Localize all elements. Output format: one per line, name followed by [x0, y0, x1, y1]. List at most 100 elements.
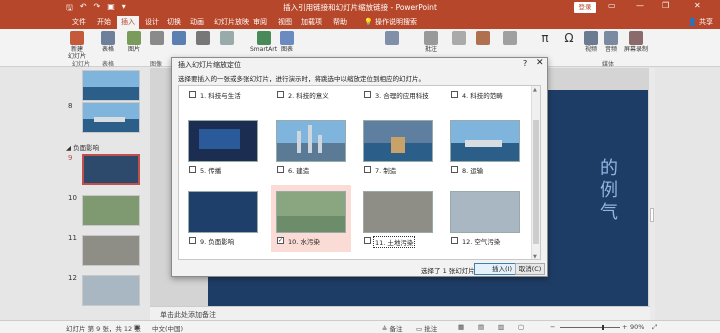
slide-option[interactable]: 4. 科技的范畴 [445, 86, 525, 100]
scroll-up-icon[interactable]: ▲ [533, 87, 537, 93]
slide-option[interactable]: 3. 合理的应用科技 [358, 86, 438, 100]
slide-option[interactable]: 12. 空气污染 [445, 188, 525, 252]
smartart-button[interactable]: SmartArt [250, 31, 277, 53]
screen-recording-button[interactable]: 屏幕录制 [624, 31, 648, 53]
slide-checkbox[interactable] [451, 91, 458, 98]
slide-option[interactable]: 1. 科技与生活 [183, 86, 263, 100]
thumbnail-12[interactable] [82, 275, 140, 306]
notes-toggle[interactable]: ≜ 备注 [382, 323, 403, 333]
slide-checkbox[interactable] [364, 166, 371, 173]
cancel-button[interactable]: 取消(C) [515, 263, 545, 275]
equation-button[interactable]: π [538, 31, 552, 46]
slide-option[interactable]: 11. 土地污染 [358, 188, 438, 252]
slide-checkbox-checked[interactable]: ✓ [277, 237, 284, 244]
shapes-button[interactable] [172, 31, 186, 46]
slide-option-selected[interactable]: ✓ 10. 水污染 [271, 185, 351, 252]
help-icon[interactable]: ? [523, 59, 527, 68]
tab-design[interactable]: 设计 [145, 17, 159, 27]
spellcheck-icon[interactable]: ▣ [134, 323, 140, 331]
tab-animations[interactable]: 动画 [190, 17, 204, 27]
slide-sorter-icon[interactable]: ▤ [478, 323, 484, 331]
slide-option[interactable]: 7. 制造 [358, 117, 438, 181]
thumbnail-10[interactable] [82, 195, 140, 226]
chart-button[interactable]: 图表 [280, 31, 294, 53]
normal-view-icon[interactable]: ▦ [458, 323, 464, 331]
screenshot-button[interactable] [150, 31, 164, 46]
slide-checkbox[interactable] [189, 91, 196, 98]
fit-to-window-icon[interactable]: ⤢ [652, 323, 657, 332]
tab-home[interactable]: 开始 [97, 17, 111, 27]
comments-toggle[interactable]: ▭ 批注 [416, 323, 437, 333]
language-status[interactable]: 中文(中国) [152, 323, 183, 333]
login-button[interactable]: 登录 [574, 2, 596, 13]
tell-me-search[interactable]: 💡 操作说明搜索 [364, 17, 417, 27]
tab-insert[interactable]: 插入 [117, 16, 139, 29]
slide-checkbox[interactable] [277, 166, 284, 173]
scroll-down-icon[interactable]: ▼ [533, 254, 537, 259]
thumbnail-9[interactable] [82, 154, 140, 185]
slide-checkbox[interactable] [364, 91, 371, 98]
new-slide-button[interactable]: 新建 幻灯片 [68, 31, 86, 60]
restore-button[interactable]: ❐ [662, 1, 669, 10]
notes-pane[interactable]: 单击此处添加备注 [150, 306, 650, 320]
dialog-close-button[interactable]: ✕ [536, 58, 544, 68]
thumbnail-8[interactable] [82, 102, 140, 133]
scrollbar-thumb[interactable] [650, 208, 654, 222]
wordart-icon [476, 31, 490, 45]
tab-file[interactable]: 文件 [72, 17, 86, 27]
zoom-slider[interactable] [560, 325, 620, 330]
tab-slideshow[interactable]: 幻灯片放映 [214, 17, 249, 27]
zoom-level[interactable]: 90% [630, 323, 644, 331]
symbol-button[interactable]: Ω [562, 31, 576, 46]
wordart-button[interactable] [476, 31, 490, 46]
grid-scrollbar-thumb[interactable] [533, 120, 539, 244]
minimize-button[interactable]: — [636, 1, 644, 10]
ribbon-display-icon[interactable]: ▭ [608, 1, 616, 10]
slide-checkbox[interactable] [451, 166, 458, 173]
icons-button[interactable] [196, 31, 210, 46]
video-button[interactable]: 视频 [584, 31, 598, 53]
tab-review[interactable]: 审阅 [253, 17, 267, 27]
tab-transitions[interactable]: 切换 [167, 17, 181, 27]
share-button[interactable]: 👤 共享 [688, 17, 713, 27]
slide-option-label: 3. 合理的应用科技 [375, 92, 429, 100]
grid-scrollbar[interactable]: ▲ ▼ [531, 86, 540, 259]
close-button[interactable]: ✕ [694, 1, 701, 10]
zoom-in-icon[interactable]: + [622, 323, 627, 331]
slide-option-label: 6. 建造 [288, 167, 310, 175]
slide-option[interactable]: 5. 传播 [183, 117, 263, 181]
slideshow-view-icon[interactable]: ▢ [518, 323, 524, 331]
slide-checkbox[interactable] [364, 237, 371, 244]
group-tables-label: 表格 [102, 61, 115, 68]
zoom-button[interactable] [385, 31, 399, 46]
slide-option[interactable]: 6. 建造 [271, 117, 351, 181]
section-label[interactable]: ◢ 负面影响 [66, 142, 99, 152]
textbox-button[interactable] [452, 31, 466, 46]
slide-option[interactable]: 9. 负面影响 [183, 188, 263, 252]
slide-option-label: 8. 运输 [462, 167, 484, 175]
slide-checkbox[interactable] [277, 91, 284, 98]
3d-models-button[interactable] [220, 31, 234, 46]
audio-button[interactable]: 音频 [604, 31, 618, 53]
slide-thumbnail-image [276, 120, 346, 162]
header-footer-button[interactable] [503, 31, 517, 46]
reading-view-icon[interactable]: ▥ [498, 323, 504, 331]
comment-button[interactable]: 批注 [424, 31, 438, 53]
tab-view[interactable]: 视图 [278, 17, 292, 27]
tell-me-label: 操作说明搜索 [374, 18, 417, 26]
slide-checkbox[interactable] [189, 237, 196, 244]
slide-option[interactable]: 2. 科技的意义 [271, 86, 351, 100]
notes-placeholder: 单击此处添加备注 [160, 311, 216, 319]
slide-checkbox[interactable] [451, 237, 458, 244]
slide-scrollbar[interactable] [649, 68, 655, 320]
tab-help[interactable]: 帮助 [333, 17, 347, 27]
zoom-out-icon[interactable]: − [550, 323, 555, 331]
table-button[interactable]: 表格 [101, 31, 115, 53]
slide-option[interactable]: 8. 运输 [445, 117, 525, 181]
thumbnail-7[interactable] [82, 70, 140, 101]
thumbnail-number: 12 [68, 274, 77, 282]
tab-addins[interactable]: 加载项 [301, 17, 322, 27]
slide-checkbox[interactable] [189, 166, 196, 173]
pictures-button[interactable]: 图片 [127, 31, 141, 53]
thumbnail-11[interactable] [82, 235, 140, 266]
